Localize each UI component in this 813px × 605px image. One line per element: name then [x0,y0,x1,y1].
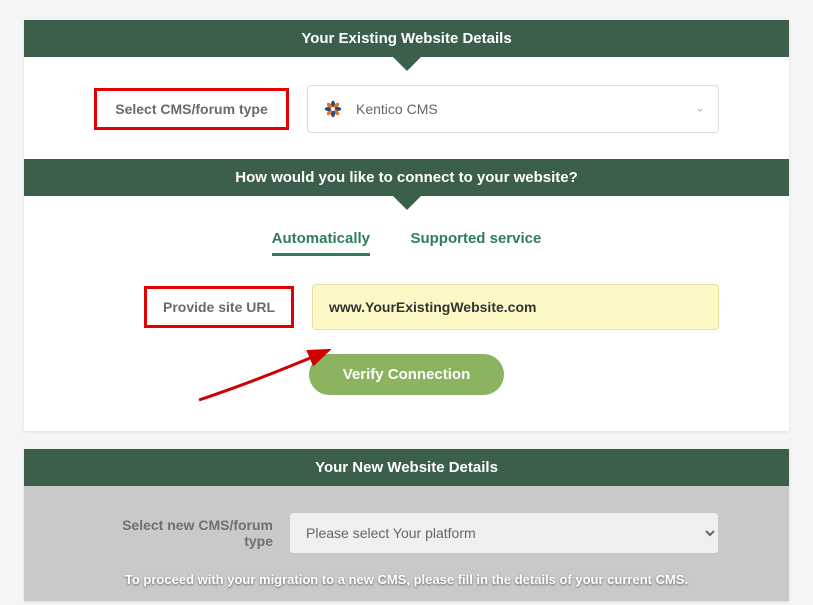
new-cms-select[interactable]: Please select Your platform [289,512,719,554]
migration-hint: To proceed with your migration to a new … [24,564,789,601]
new-cms-row: Select new CMS/forum type Please select … [24,486,789,564]
existing-header: Your Existing Website Details [24,20,789,57]
new-cms-label: Select new CMS/forum type [94,517,289,549]
new-header-title: Your New Website Details [315,459,498,476]
verify-row: Verify Connection [24,348,789,431]
tab-automatically[interactable]: Automatically [272,230,370,256]
site-url-input[interactable] [312,284,719,330]
header-notch-icon [393,57,421,71]
verify-connection-button[interactable]: Verify Connection [309,354,505,395]
new-website-card: Your New Website Details Select new CMS/… [24,449,789,601]
cms-row: Select CMS/forum type [24,57,789,159]
connect-header: How would you like to connect to your we… [24,159,789,196]
kentico-icon [322,98,344,120]
connect-header-title: How would you like to connect to your we… [235,169,578,186]
url-label: Provide site URL [144,286,294,328]
existing-header-title: Your Existing Website Details [301,30,511,47]
new-header: Your New Website Details [24,449,789,486]
existing-website-card: Your Existing Website Details Select CMS… [24,20,789,431]
url-row: Provide site URL [24,266,789,348]
chevron-down-icon: ⌄ [696,104,704,115]
tab-supported-service[interactable]: Supported service [410,230,541,253]
cms-select[interactable]: Kentico CMS ⌄ [307,85,719,133]
header-notch-icon [393,196,421,210]
cms-label: Select CMS/forum type [94,88,289,130]
cms-select-value: Kentico CMS [356,101,438,117]
